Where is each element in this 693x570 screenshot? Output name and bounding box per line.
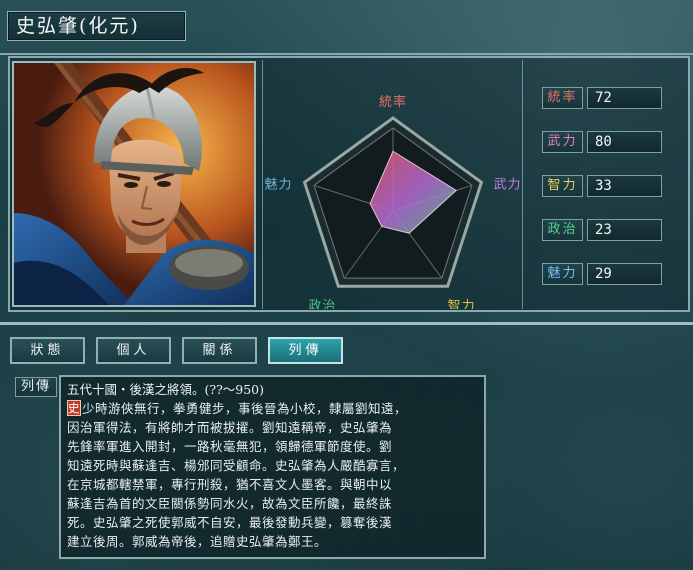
character-name-title: 史弘肇(化元)	[7, 11, 186, 41]
portrait-art	[14, 63, 254, 305]
stat-row-politics: 政治 23	[542, 219, 662, 241]
section-divider	[0, 322, 693, 325]
radar-axis-label: 智力	[448, 299, 476, 309]
stat-value-charisma: 29	[587, 263, 662, 285]
divider	[0, 53, 693, 55]
stat-label-leadership: 統率	[542, 87, 583, 109]
biography-line-8: 建立後周。郭威為帝後，追贈史弘肇為鄭王。	[67, 534, 328, 549]
radar-axis-label: 武力	[493, 177, 521, 192]
radar-svg: 統率武力智力 政治 魅力	[265, 94, 521, 314]
biography-line-4: 知遠死時與蘇逢吉、楊邠同受顧命。史弘肇為人嚴酷寡言，	[67, 458, 406, 473]
stat-label-politics: 政治	[542, 219, 583, 241]
stats-panel: 統率 72 武力 80 智力 33 政治 23 魅力 29	[525, 60, 688, 309]
stat-value-intelligence: 33	[587, 175, 662, 197]
radar-axis-label: 魅力	[265, 177, 293, 192]
biography-line-5: 在京城都轄禁軍，專行刑殺，猶不喜文人墨客。與朝中以	[67, 477, 393, 492]
radar-axis-label: 政治	[308, 299, 336, 309]
biography-line-1-text: 少時游俠無行，拳勇健步，事後晉為小校，隸屬劉知遠，	[82, 401, 408, 416]
stat-row-war: 武力 80	[542, 131, 662, 153]
ability-radar-chart: 統率武力智力 政治 魅力	[262, 60, 523, 314]
stat-label-war: 武力	[542, 131, 583, 153]
stat-value-war: 80	[587, 131, 662, 153]
tab-status[interactable]: 狀態	[10, 337, 85, 364]
stat-row-intelligence: 智力 33	[542, 175, 662, 197]
stat-label-intelligence: 智力	[542, 175, 583, 197]
biography-line-2: 因治軍得法，有將帥才而被拔擢。劉知遠稱帝，史弘肇為	[67, 420, 393, 435]
biography-header: 五代十國・後漢之將領。(??～950)	[67, 382, 265, 397]
biography-text-box: 五代十國・後漢之將領。(??～950) 史少時游俠無行，拳勇健步，事後晉為小校，…	[59, 375, 486, 559]
stat-value-politics: 23	[587, 219, 662, 241]
stat-label-charisma: 魅力	[542, 263, 583, 285]
tab-relations[interactable]: 關係	[182, 337, 257, 364]
stat-value-leadership: 72	[587, 87, 662, 109]
biography-line-3: 先鋒率軍進入開封，一路秋毫無犯，領歸德軍節度使。劉	[67, 439, 393, 454]
biography-line-7: 死。史弘肇之死使郭威不自安，最後發動兵變，篡奪後漢	[67, 515, 393, 530]
biography-line-6: 蘇逢吉為首的文臣關係勢同水火，故為文臣所饞，最終誅	[67, 496, 393, 511]
initial-badge: 史	[67, 400, 81, 416]
tab-biography[interactable]: 列傳	[268, 337, 343, 364]
character-portrait	[12, 61, 256, 307]
stat-row-leadership: 統率 72	[542, 87, 662, 109]
biography-line-1: 史少時游俠無行，拳勇健步，事後晉為小校，隸屬劉知遠，	[67, 399, 478, 418]
tab-personal[interactable]: 個人	[96, 337, 171, 364]
stat-row-charisma: 魅力 29	[542, 263, 662, 285]
radar-axis-label: 統率	[379, 94, 407, 110]
biography-label: 列傳	[15, 377, 57, 397]
game-screen: 史弘肇(化元) 統率 武力 智力 政治 魅力 統率 72 武力 80 智力 33…	[0, 0, 693, 570]
